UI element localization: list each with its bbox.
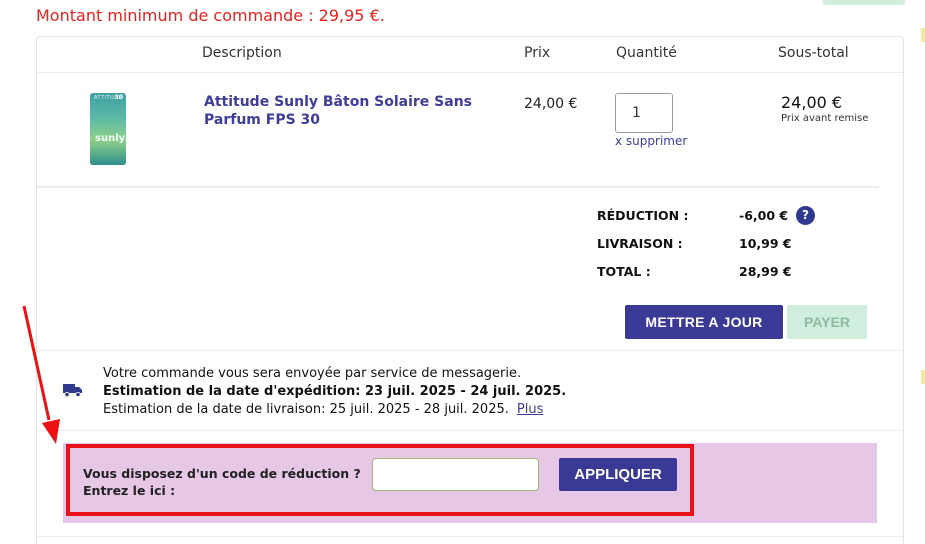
quantity-input[interactable]	[615, 93, 673, 133]
dispatch-estimate: Estimation de la date d'expédition: 23 j…	[103, 384, 567, 399]
total-value: 28,99 €	[739, 264, 792, 279]
remove-item-link[interactable]: x supprimer	[615, 134, 687, 148]
side-edge-mark	[921, 28, 925, 42]
header-price: Prix	[524, 45, 551, 61]
discount-value: -6,00 €	[739, 208, 789, 223]
shipping-label: LIVRAISON :	[597, 236, 683, 251]
truck-icon	[63, 384, 82, 397]
product-image-fps: 30	[114, 94, 123, 101]
header-quantity: Quantité	[616, 45, 677, 61]
delivery-estimate: Estimation de la date de livraison: 25 j…	[103, 402, 509, 417]
promo-code-input[interactable]	[372, 458, 539, 491]
total-label: TOTAL :	[597, 264, 651, 279]
section-divider	[37, 430, 903, 431]
product-name-link[interactable]: Attitude Sunly Bâton Solaire Sans Parfum…	[204, 93, 504, 129]
header-description: Description	[202, 45, 282, 61]
update-cart-button[interactable]: METTRE A JOUR	[625, 305, 783, 339]
promo-prompt-line2: Entrez le ici :	[83, 483, 176, 498]
delivery-estimate-row: Estimation de la date de livraison: 25 j…	[103, 402, 543, 417]
minimum-order-notice: Montant minimum de commande : 29,95 €.	[36, 6, 385, 25]
product-image-word: sunly	[95, 133, 126, 144]
promo-prompt: Vous disposez d'un code de réduction ? E…	[83, 465, 361, 499]
product-image[interactable]: ATTITUDE 30 sunly	[90, 93, 126, 165]
line-subtotal: 24,00 €	[781, 93, 843, 112]
header-divider	[37, 72, 903, 73]
top-corner-tab	[823, 0, 905, 5]
row-divider	[37, 186, 879, 188]
subtotal-note: Prix avant remise	[781, 113, 869, 124]
apply-promo-button[interactable]: APPLIQUER	[559, 458, 677, 491]
side-edge-mark	[921, 370, 925, 384]
shipping-value: 10,99 €	[739, 236, 792, 251]
more-info-link[interactable]: Plus	[517, 402, 543, 417]
product-price: 24,00 €	[524, 96, 578, 112]
section-divider	[37, 536, 903, 537]
pay-button[interactable]: PAYER	[787, 305, 867, 339]
shipping-method-text: Votre commande vous sera envoyée par ser…	[103, 366, 522, 381]
discount-label: RÉDUCTION :	[597, 208, 689, 223]
header-subtotal: Sous-total	[778, 45, 849, 61]
promo-prompt-line1: Vous disposez d'un code de réduction ?	[83, 466, 361, 481]
section-divider	[37, 350, 903, 351]
help-icon[interactable]: ?	[796, 206, 815, 225]
